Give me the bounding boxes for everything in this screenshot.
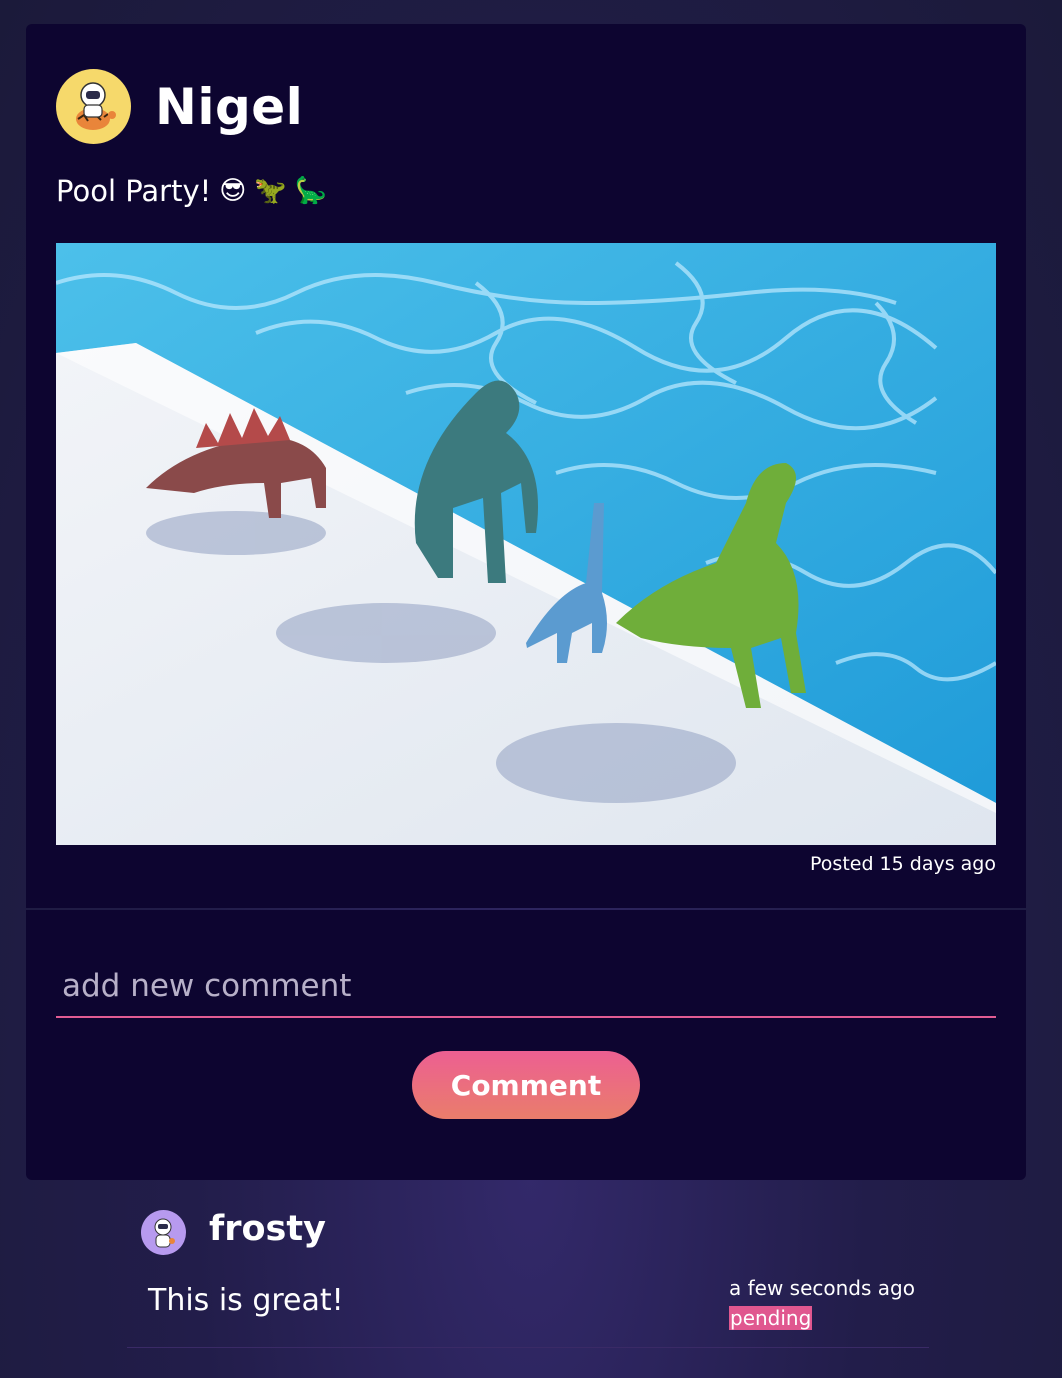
dinosaur-toys-pool-photo-icon	[56, 243, 996, 845]
comment-timestamp: a few seconds ago	[729, 1276, 915, 1300]
comment-item: frosty This is great! a few seconds ago …	[127, 1195, 929, 1348]
sunglasses-emoji-icon: 😎	[219, 176, 247, 206]
caption-text: Pool Party!	[56, 174, 212, 208]
post-author: Nigel	[56, 69, 303, 144]
post-image[interactable]	[56, 243, 996, 845]
status-badge: pending	[729, 1306, 813, 1330]
post-caption: Pool Party! 😎 🦖 🦕	[56, 174, 327, 208]
post-timestamp: Posted 15 days ago	[810, 853, 996, 875]
new-comment-input[interactable]	[56, 956, 996, 1018]
comment-button[interactable]: Comment	[412, 1051, 640, 1119]
author-avatar[interactable]	[56, 69, 131, 144]
comment-text: This is great!	[148, 1283, 344, 1318]
comment-form: Comment	[26, 910, 1026, 1180]
post-card: Nigel Pool Party! 😎 🦖 🦕 Posted 15 days a…	[26, 24, 1026, 908]
commenter-name[interactable]: frosty	[209, 1209, 326, 1249]
sauropod-emoji-icon: 🦕	[294, 176, 328, 206]
astronaut-avatar-icon	[76, 82, 116, 130]
author-name[interactable]: Nigel	[155, 78, 303, 136]
astronaut-avatar-icon	[154, 1218, 175, 1248]
t-rex-emoji-icon: 🦖	[254, 176, 287, 206]
commenter-avatar[interactable]	[141, 1210, 186, 1255]
